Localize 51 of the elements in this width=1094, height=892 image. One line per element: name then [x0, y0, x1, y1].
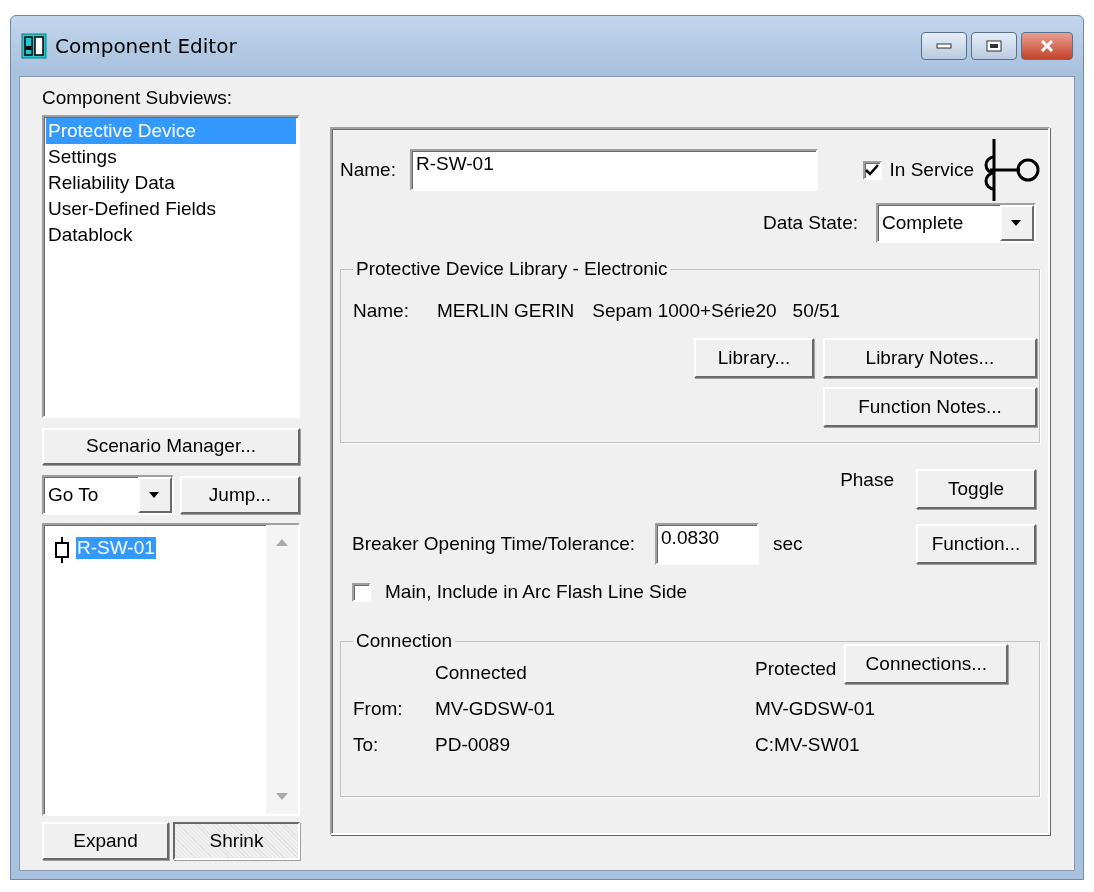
arc-flash-checkbox[interactable] — [352, 582, 371, 602]
minimize-icon — [936, 43, 952, 49]
subview-item[interactable]: Settings — [46, 144, 296, 170]
seconds-unit: sec — [773, 533, 803, 555]
window-title: Component Editor — [55, 34, 238, 58]
subviews-label: Component Subviews: — [42, 87, 234, 109]
in-service-checkbox[interactable] — [862, 160, 882, 180]
name-field[interactable]: R-SW-01 — [409, 149, 818, 191]
maximize-icon — [986, 40, 1002, 52]
arc-flash-label: Main, Include in Arc Flash Line Side — [385, 581, 688, 603]
function-text: 50/51 — [792, 300, 841, 322]
scenario-manager-button[interactable]: Scenario Manager... — [42, 427, 300, 466]
phase-label: Phase — [840, 469, 894, 491]
connected-header: Connected — [435, 662, 528, 684]
close-icon — [1039, 39, 1055, 53]
dropdown-arrow-icon — [1011, 219, 1023, 227]
library-name-label: Name: — [353, 300, 409, 322]
shrink-button[interactable]: Shrink — [173, 822, 300, 860]
data-state-dropdown[interactable]: Complete — [876, 203, 1036, 243]
expand-button[interactable]: Expand — [42, 822, 169, 860]
subview-item[interactable]: User-Defined Fields — [46, 196, 296, 222]
subview-item[interactable]: Reliability Data — [46, 170, 296, 196]
in-service-label: In Service — [889, 159, 974, 181]
breaker-time-field[interactable]: 0.0830 — [655, 523, 760, 565]
subview-item[interactable]: Datablock — [46, 222, 296, 248]
goto-dropdown[interactable]: Go To — [42, 475, 174, 516]
jump-button[interactable]: Jump... — [180, 476, 300, 515]
protected-header: Protected — [755, 658, 837, 680]
data-state-label: Data State: — [762, 212, 858, 234]
name-label: Name: — [340, 159, 396, 181]
connected-value: PD-0089 — [435, 734, 511, 756]
breaker-symbol-icon — [54, 537, 70, 564]
function-button[interactable]: Function... — [916, 524, 1036, 564]
library-notes-button[interactable]: Library Notes... — [823, 338, 1037, 378]
dropdown-arrow-icon — [149, 491, 161, 499]
breaker-time-label: Breaker Opening Time/Tolerance: — [352, 533, 636, 555]
model-text: Sepam 1000+Série20 — [592, 300, 777, 322]
maximize-button[interactable] — [971, 32, 1017, 60]
connections-button[interactable]: Connections... — [844, 644, 1009, 684]
connected-value: MV-GDSW-01 — [435, 698, 556, 720]
app-icon — [21, 33, 47, 59]
connection-row-label: To: — [353, 734, 380, 756]
library-button[interactable]: Library... — [694, 338, 814, 378]
toggle-button[interactable]: Toggle — [916, 469, 1036, 509]
function-notes-button[interactable]: Function Notes... — [823, 387, 1037, 427]
close-button[interactable] — [1021, 32, 1073, 60]
protected-value: C:MV-SW01 — [755, 734, 861, 756]
minimize-button[interactable] — [921, 32, 967, 60]
manufacturer-text: MERLIN GERIN — [436, 300, 575, 322]
protected-value: MV-GDSW-01 — [755, 698, 876, 720]
connection-row-label: From: — [353, 698, 404, 720]
